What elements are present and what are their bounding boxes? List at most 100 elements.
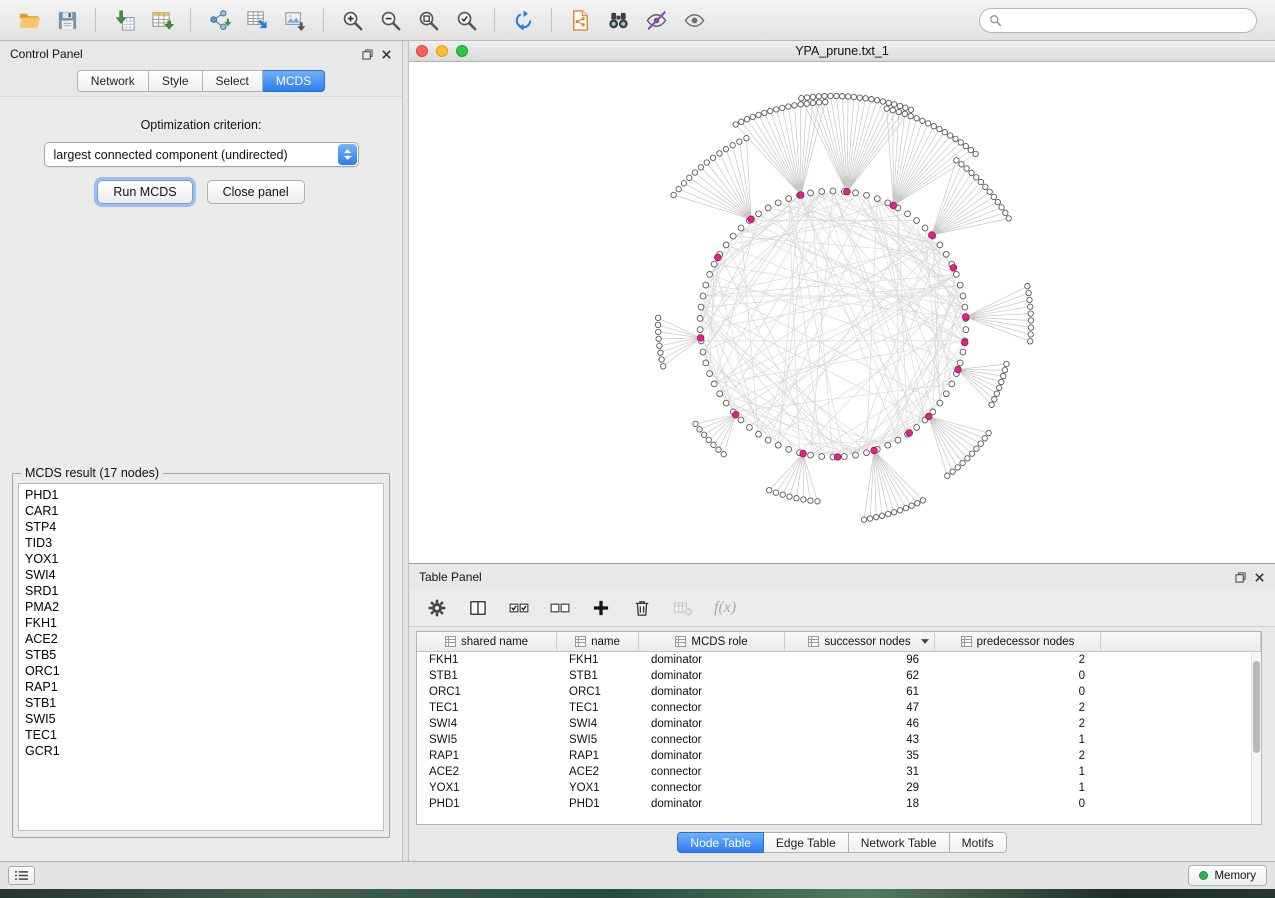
result-node-item[interactable]: STB5 xyxy=(25,647,383,663)
import-table-button[interactable] xyxy=(143,4,181,36)
search-input[interactable] xyxy=(1007,13,1247,27)
trash-icon xyxy=(632,598,652,618)
result-node-item[interactable]: STP4 xyxy=(25,519,383,535)
tab-network-table[interactable]: Network Table xyxy=(849,832,950,853)
table-row[interactable]: SWI5SWI5connector431 xyxy=(417,732,1261,748)
float-table-panel-button[interactable] xyxy=(1235,572,1246,583)
zoom-selected-button[interactable] xyxy=(447,4,485,36)
result-node-item[interactable]: CAR1 xyxy=(25,503,383,519)
table-row[interactable]: FKH1FKH1dominator962 xyxy=(417,652,1261,668)
float-window-icon xyxy=(1235,572,1246,583)
table-panel: Table Panel f(x) shared name xyxy=(409,564,1275,861)
network-canvas[interactable] xyxy=(409,62,1275,563)
table-row[interactable]: YOX1YOX1connector291 xyxy=(417,780,1261,796)
delete-column-button[interactable] xyxy=(632,598,652,618)
result-node-item[interactable]: SWI4 xyxy=(25,567,383,583)
zoom-fit-button[interactable] xyxy=(409,4,447,36)
table-cell: RAP1 xyxy=(417,748,557,764)
delete-table-icon xyxy=(673,598,693,618)
select-all-button[interactable] xyxy=(509,598,529,618)
tab-mcds[interactable]: MCDS xyxy=(263,70,325,92)
zoom-in-button[interactable] xyxy=(333,4,371,36)
scrollbar-thumb[interactable] xyxy=(1253,661,1260,753)
column-header-mcds-role[interactable]: MCDS role xyxy=(639,632,785,651)
table-cell: STB1 xyxy=(557,668,639,684)
import-table-file-button[interactable] xyxy=(105,4,143,36)
table-scrollbar[interactable] xyxy=(1251,653,1261,824)
folder-open-icon xyxy=(18,9,41,32)
minimize-window-button[interactable] xyxy=(436,45,448,57)
run-mcds-button[interactable]: Run MCDS xyxy=(97,180,192,204)
result-node-item[interactable]: PHD1 xyxy=(25,487,383,503)
hide-details-button[interactable] xyxy=(637,4,675,36)
table-row[interactable]: ACE2ACE2connector311 xyxy=(417,764,1261,780)
panel-splitter[interactable] xyxy=(402,41,409,861)
show-details-button[interactable] xyxy=(675,4,713,36)
add-column-button[interactable] xyxy=(591,598,611,618)
result-node-item[interactable]: PMA2 xyxy=(25,599,383,615)
function-builder-button: f(x) xyxy=(714,599,736,617)
share-document-button[interactable] xyxy=(561,4,599,36)
result-node-item[interactable]: TEC1 xyxy=(25,727,383,743)
column-header-predecessor-nodes[interactable]: predecessor nodes xyxy=(935,632,1101,651)
tab-node-table[interactable]: Node Table xyxy=(677,832,764,853)
find-network-button[interactable] xyxy=(599,4,637,36)
table-row[interactable]: SWI4SWI4dominator462 xyxy=(417,716,1261,732)
result-node-item[interactable]: YOX1 xyxy=(25,551,383,567)
result-node-item[interactable]: ACE2 xyxy=(25,631,383,647)
network-graph[interactable] xyxy=(409,62,1275,563)
table-row[interactable]: PHD1PHD1dominator180 xyxy=(417,796,1261,812)
tab-style[interactable]: Style xyxy=(149,70,203,92)
table-row[interactable]: RAP1RAP1dominator352 xyxy=(417,748,1261,764)
network-search-box[interactable] xyxy=(979,8,1257,33)
tab-select[interactable]: Select xyxy=(203,70,263,92)
hide-details-icon xyxy=(645,9,668,32)
tab-edge-table[interactable]: Edge Table xyxy=(764,832,849,853)
result-node-item[interactable]: FKH1 xyxy=(25,615,383,631)
refresh-icon xyxy=(512,9,535,32)
save-session-button[interactable] xyxy=(48,4,86,36)
close-icon xyxy=(381,49,392,60)
table-toolbar: f(x) xyxy=(409,590,1275,627)
result-node-item[interactable]: ORC1 xyxy=(25,663,383,679)
column-label: MCDS role xyxy=(691,636,747,648)
open-session-button[interactable] xyxy=(10,4,48,36)
result-node-item[interactable]: STB1 xyxy=(25,695,383,711)
close-table-panel-button[interactable] xyxy=(1254,572,1265,583)
table-cell: dominator xyxy=(639,796,785,812)
column-header-shared-name[interactable]: shared name xyxy=(417,632,557,651)
close-panel-button[interactable] xyxy=(381,49,392,60)
memory-button[interactable]: Memory xyxy=(1188,865,1267,886)
show-columns-button[interactable] xyxy=(468,598,488,618)
close-panel-button-mcds[interactable]: Close panel xyxy=(207,180,305,204)
column-header-successor-nodes[interactable]: successor nodes xyxy=(785,632,935,651)
import-network-file-button[interactable] xyxy=(200,4,238,36)
zoom-fit-icon xyxy=(417,9,440,32)
show-panels-button[interactable] xyxy=(8,866,35,885)
maximize-window-button[interactable] xyxy=(456,45,468,57)
table-row[interactable]: TEC1TEC1connector472 xyxy=(417,700,1261,716)
result-node-item[interactable]: SRD1 xyxy=(25,583,383,599)
table-cell: 2 xyxy=(935,700,1101,716)
result-node-item[interactable]: TID3 xyxy=(25,535,383,551)
tab-motifs[interactable]: Motifs xyxy=(950,832,1007,853)
result-node-item[interactable]: GCR1 xyxy=(25,743,383,759)
criterion-select[interactable]: largest connected component (undirected) xyxy=(44,142,359,167)
column-type-icon xyxy=(575,636,586,647)
table-settings-button[interactable] xyxy=(427,598,447,618)
import-network-table-button[interactable] xyxy=(238,4,276,36)
zoom-out-icon xyxy=(379,9,402,32)
table-row[interactable]: STB1STB1dominator620 xyxy=(417,668,1261,684)
export-image-button[interactable] xyxy=(276,4,314,36)
table-row[interactable]: ORC1ORC1dominator610 xyxy=(417,684,1261,700)
sort-dropdown-icon[interactable] xyxy=(921,639,929,644)
float-panel-button[interactable] xyxy=(362,49,373,60)
column-header-name[interactable]: name xyxy=(557,632,639,651)
result-node-item[interactable]: SWI5 xyxy=(25,711,383,727)
zoom-out-button[interactable] xyxy=(371,4,409,36)
deselect-all-button[interactable] xyxy=(550,598,570,618)
result-node-item[interactable]: RAP1 xyxy=(25,679,383,695)
refresh-button[interactable] xyxy=(504,4,542,36)
close-window-button[interactable] xyxy=(416,45,428,57)
tab-network[interactable]: Network xyxy=(77,70,149,92)
